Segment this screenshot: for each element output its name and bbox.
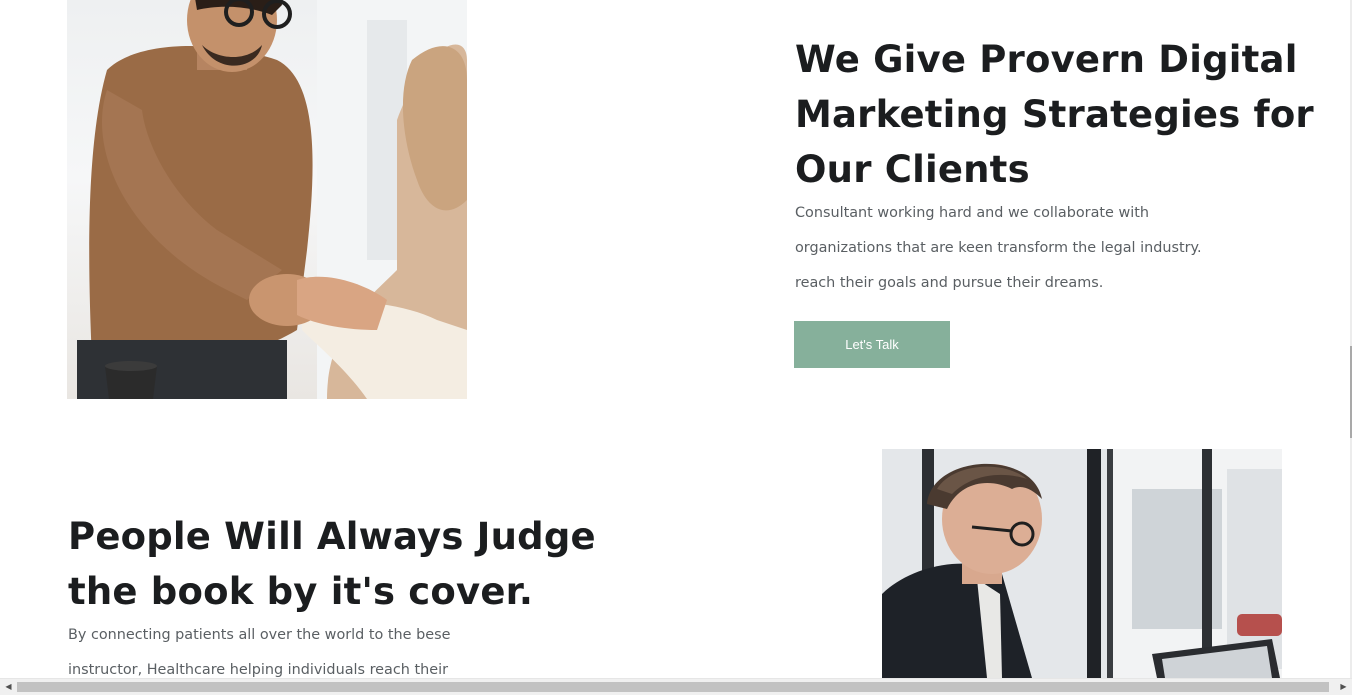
paragraph-line: Consultant working hard and we collabora… bbox=[795, 205, 1150, 221]
heading-line: the book by it's cover. bbox=[68, 570, 534, 613]
heading-line: We Give Provern Digital bbox=[795, 38, 1298, 81]
handshake-illustration bbox=[77, 0, 467, 399]
paragraph-line: organizations that are keen transform th… bbox=[795, 240, 1202, 256]
lets-talk-button[interactable]: Let's Talk bbox=[794, 321, 950, 368]
section-one-heading: We Give Provern Digital Marketing Strate… bbox=[795, 32, 1315, 197]
horizontal-scrollbar[interactable]: ◀ ▶ bbox=[0, 678, 1352, 695]
handshake-photo bbox=[67, 0, 467, 399]
horizontal-scrollbar-thumb[interactable] bbox=[17, 682, 1329, 692]
page: We Give Provern Digital Marketing Strate… bbox=[0, 0, 1352, 695]
paragraph-line: reach their goals and pursue their dream… bbox=[795, 275, 1104, 291]
scroll-left-arrow-icon[interactable]: ◀ bbox=[0, 679, 17, 695]
man-laptop-illustration bbox=[882, 449, 1282, 678]
heading-line: Our Clients bbox=[795, 148, 1030, 191]
heading-line: Marketing Strategies for bbox=[795, 93, 1314, 136]
section-two-heading: People Will Always Judge the book by it'… bbox=[68, 509, 628, 619]
heading-line: People Will Always Judge bbox=[68, 515, 596, 558]
paragraph-line: By connecting patients all over the worl… bbox=[68, 627, 451, 643]
scroll-right-arrow-icon[interactable]: ▶ bbox=[1335, 679, 1352, 695]
man-laptop-photo bbox=[882, 449, 1282, 678]
section-one-paragraph: Consultant working hard and we collabora… bbox=[795, 196, 1202, 301]
